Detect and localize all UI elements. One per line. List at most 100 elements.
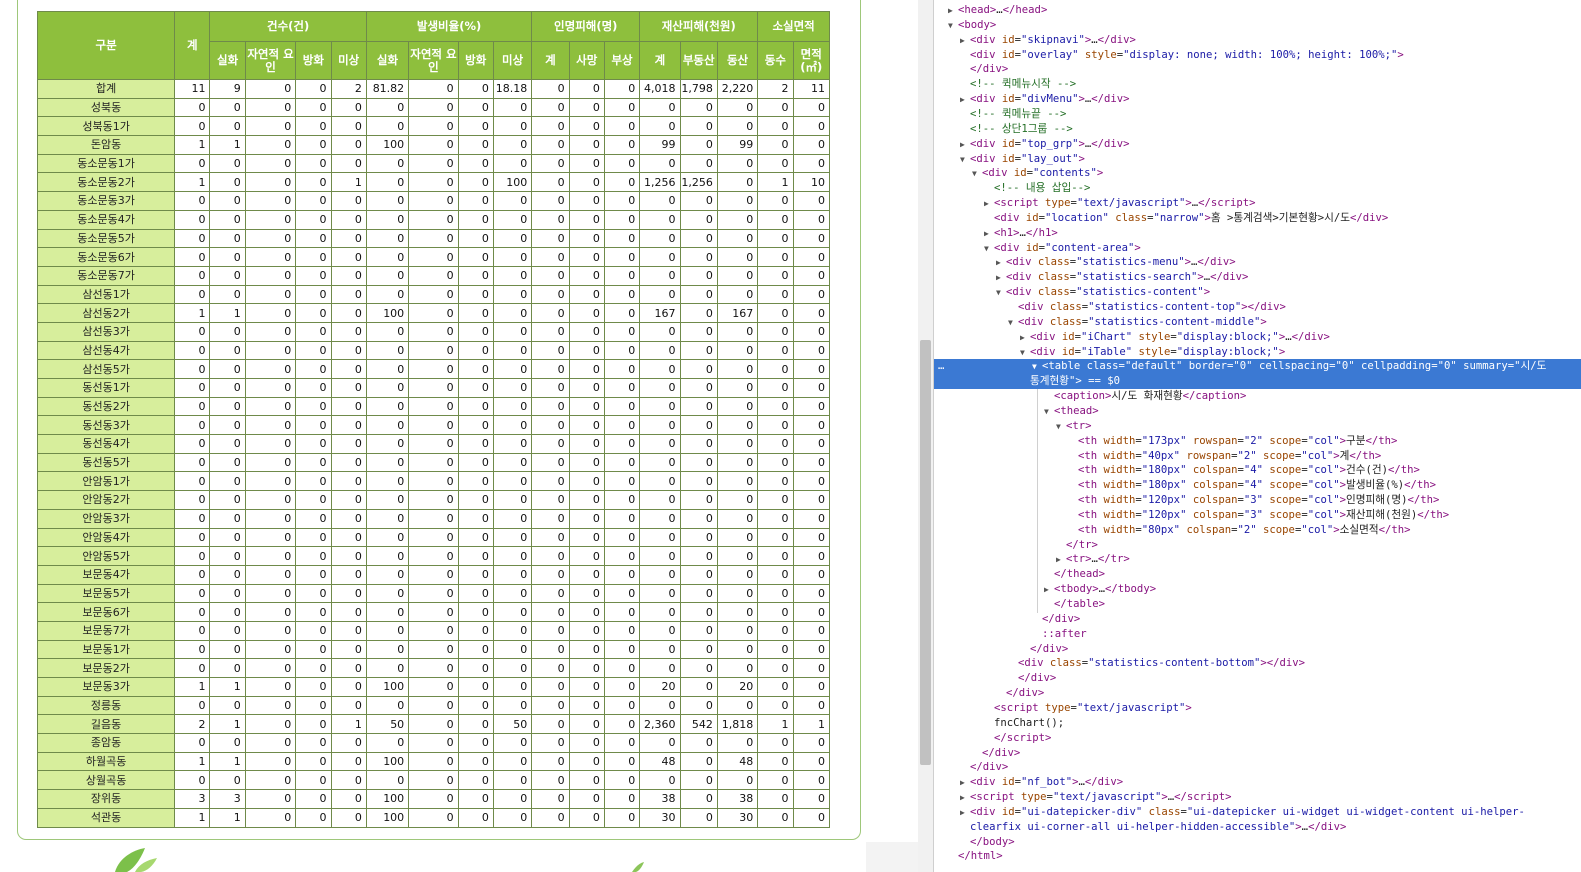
dom-node[interactable]: ▶ <head>…</head> — [934, 3, 1581, 18]
dom-node[interactable]: </tr> — [934, 538, 1581, 553]
dom-node[interactable]: ▼ <thead> — [934, 404, 1581, 419]
dom-node[interactable]: ▼ <tr> — [934, 419, 1581, 434]
expand-toggle-icon[interactable]: ▶ — [984, 196, 994, 211]
dom-node[interactable]: ▼ <div id="content-area"> — [934, 241, 1581, 256]
table-cell: 0 — [531, 471, 570, 492]
dom-node[interactable]: fncChart(); — [934, 716, 1581, 731]
expand-toggle-icon[interactable]: ▶ — [1020, 330, 1030, 345]
dom-node[interactable]: </body> — [934, 835, 1581, 850]
expand-toggle-icon[interactable]: ▼ — [948, 18, 958, 33]
dom-node[interactable]: ▶ <div id="iChart" style="display:block;"… — [934, 330, 1581, 345]
expand-toggle-icon[interactable]: ▶ — [948, 3, 958, 18]
table-cell: 0 — [209, 602, 246, 622]
dom-node[interactable]: </script> — [934, 731, 1581, 746]
table-body: 합계 11 9 0 0 2 81.82 0 0 18.18 0 0 0 4,018 1,798 2,220 2 1… — [36, 79, 830, 828]
table-cell: 0 — [679, 191, 718, 211]
dom-node[interactable]: ▶ <div id="divMenu">…</div> — [934, 92, 1581, 107]
dom-node[interactable]: <script type="text/javascript"> — [934, 701, 1581, 716]
dom-node[interactable]: <th width="80px" colspan="2" scope="col"… — [934, 523, 1581, 538]
dom-node[interactable]: ▶ <div class="statistics-menu">…</div> — [934, 255, 1581, 270]
dom-node[interactable]: </div> — [934, 612, 1581, 627]
dom-node[interactable]: ▼ <div class="statistics-content"> — [934, 285, 1581, 300]
dom-node[interactable]: <th width="180px" colspan="4" scope="col… — [934, 463, 1581, 478]
dom-node[interactable]: clearfix ui-corner-all ui-helper-hidden-… — [934, 820, 1581, 835]
dom-node[interactable]: <!-- 퀵메뉴끝 --> — [934, 107, 1581, 122]
table-cell: 0 — [679, 434, 718, 454]
dom-node[interactable]: ▶ <div id="skipnavi">…</div> — [934, 33, 1581, 48]
expand-toggle-icon[interactable]: ▼ — [1032, 359, 1042, 374]
dom-node[interactable]: ▼ <div class="statistics-content-middle"> — [934, 315, 1581, 330]
expand-toggle-icon[interactable]: ▶ — [960, 775, 970, 790]
table-cell: 0 — [457, 321, 494, 342]
dom-node[interactable]: </html> — [934, 849, 1581, 864]
dom-node[interactable]: </div> — [934, 62, 1581, 77]
dom-node[interactable]: <!-- 퀵메뉴시작 --> — [934, 77, 1581, 92]
expand-toggle-icon[interactable]: ▶ — [1056, 552, 1066, 567]
expand-toggle-icon[interactable]: ▶ — [960, 33, 970, 48]
dom-node[interactable]: <div class="statistics-content-top"></di… — [934, 300, 1581, 315]
dom-node[interactable]: </div> — [934, 686, 1581, 701]
dom-node[interactable]: <th width="173px" rowspan="2" scope="col… — [934, 434, 1581, 449]
dom-node[interactable]: ▼ <body> — [934, 18, 1581, 33]
dom-node[interactable]: ▶ <tbody>…</tbody> — [934, 582, 1581, 597]
dom-node[interactable]: </div> — [934, 671, 1581, 686]
expand-toggle-icon[interactable]: ▼ — [984, 241, 994, 256]
dom-node[interactable]: <div id="location" class="narrow">홈 >통계검… — [934, 211, 1581, 226]
dom-node[interactable]: <!-- 상단1그룹 --> — [934, 122, 1581, 137]
expand-toggle-icon[interactable]: ▼ — [1020, 345, 1030, 360]
dom-node[interactable]: </table> — [934, 597, 1581, 612]
expand-toggle-icon[interactable]: ▶ — [984, 226, 994, 241]
dom-node[interactable]: <div id="overlay" style="display: none; … — [934, 48, 1581, 63]
dom-node[interactable]: ▼ <div id="iTable" style="display:block;"… — [934, 345, 1581, 360]
expand-toggle-icon[interactable]: ▼ — [1044, 404, 1054, 419]
page-scrollbar[interactable] — [918, 0, 933, 872]
dom-node[interactable]: ▶ <tr>…</tr> — [934, 552, 1581, 567]
table-cell: 0 — [244, 172, 297, 193]
dom-node[interactable]: ▶ <div id="top_grp">…</div> — [934, 137, 1581, 152]
expand-toggle-icon[interactable]: ▼ — [1008, 315, 1018, 330]
table-row: 동소문동2가 1 0 0 0 1 0 0 0 100 0 0 0 1,256 1,256 0 1 10 — [36, 172, 830, 193]
expand-toggle-icon[interactable]: ▶ — [960, 805, 970, 820]
expand-toggle-icon[interactable]: ▼ — [996, 285, 1006, 300]
table-cell: 0 — [295, 228, 332, 249]
dom-node[interactable]: <th width="40px" rowspan="2" scope="col"… — [934, 449, 1581, 464]
table-row: 성북동1가 0 0 0 0 0 0 0 0 0 0 0 0 0 0 0 0 0 — [36, 116, 830, 137]
dom-node-selected[interactable]: … ▼ <table class="default" border="0" cell… — [934, 359, 1581, 375]
dom-node[interactable]: ▼ <div id="contents"> — [934, 166, 1581, 181]
expand-toggle-icon[interactable]: ▶ — [996, 255, 1006, 270]
table-cell: 0 — [679, 116, 718, 137]
more-icon[interactable]: … — [938, 359, 944, 374]
dom-node[interactable]: <caption>시/도 화재현황</caption> — [934, 389, 1581, 404]
dom-node[interactable]: ▶ <div id="ui-datepicker-div" class="ui-d… — [934, 805, 1581, 820]
table-cell: 0 — [603, 172, 641, 193]
expand-toggle-icon[interactable]: ▼ — [1056, 419, 1066, 434]
expand-toggle-icon[interactable]: ▶ — [1044, 582, 1054, 597]
dom-node[interactable]: <th width="120px" colspan="3" scope="col… — [934, 493, 1581, 508]
dom-node[interactable]: ::after — [934, 627, 1581, 642]
dom-node[interactable]: ▶ <div id="nf_bot">…</div> — [934, 775, 1581, 790]
dom-node[interactable]: </div> — [934, 760, 1581, 775]
expand-toggle-icon[interactable]: ▶ — [996, 270, 1006, 285]
dom-node[interactable]: </div> — [934, 642, 1581, 657]
dom-node[interactable]: ▼ <div id="lay_out"> — [934, 152, 1581, 167]
dom-node[interactable]: <th width="180px" colspan="4" scope="col… — [934, 478, 1581, 493]
expand-toggle-icon[interactable]: ▶ — [960, 790, 970, 805]
dom-node[interactable]: <!-- 내용 삽입--> — [934, 181, 1581, 196]
dom-node[interactable]: ▶ <script type="text/javascript">…</scrip… — [934, 196, 1581, 211]
dom-node[interactable]: ▶ <div class="statistics-search">…</div> — [934, 270, 1581, 285]
expand-toggle-icon[interactable]: ▶ — [960, 92, 970, 107]
dom-node[interactable]: <div class="statistics-content-bottom"><… — [934, 656, 1581, 671]
dom-node[interactable]: </thead> — [934, 567, 1581, 582]
table-cell: 0 — [492, 677, 533, 697]
table-cell: 0 — [603, 658, 641, 678]
scrollbar-thumb[interactable] — [920, 340, 931, 765]
dom-node[interactable]: ▶ <h1>…</h1> — [934, 226, 1581, 241]
expand-toggle-icon[interactable]: ▼ — [960, 152, 970, 167]
expand-toggle-icon[interactable]: ▼ — [972, 166, 982, 181]
dom-node-selected[interactable]: 통계현황"> == $0 — [934, 374, 1581, 390]
dom-node[interactable]: <th width="120px" colspan="3" scope="col… — [934, 508, 1581, 523]
table-cell: 0 — [330, 209, 367, 230]
expand-toggle-icon[interactable]: ▶ — [960, 137, 970, 152]
dom-node[interactable]: </div> — [934, 746, 1581, 761]
dom-node[interactable]: ▶ <script type="text/javascript">…</scrip… — [934, 790, 1581, 805]
